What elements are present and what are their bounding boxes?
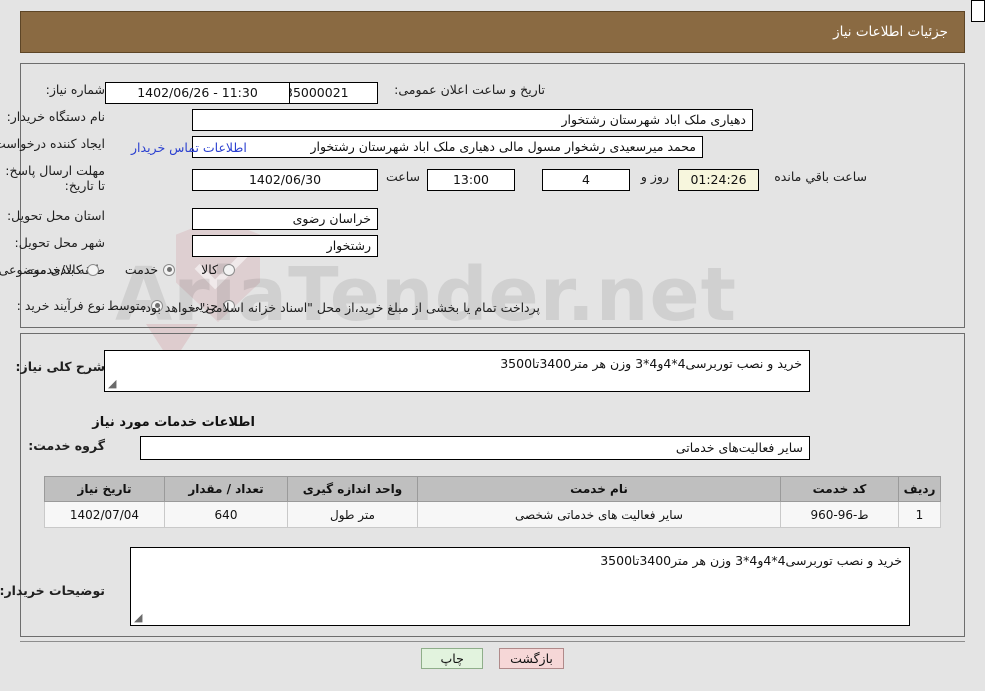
need-number-label: شماره نیاز:: [45, 82, 105, 97]
deadline-label-row: مهلت ارسال پاسخ: تا تاریخ:: [5, 163, 105, 193]
page-root: AriaTender.net جزئیات اطلاعات نیاز شماره…: [0, 0, 985, 691]
th-date: تاریخ نیاز: [44, 476, 165, 502]
buyer-org-label-row: نام دستگاه خریدار:: [7, 109, 105, 124]
resize-handle-icon-notes[interactable]: ◢: [134, 612, 144, 623]
radio-indicator-kala[interactable]: [223, 263, 235, 276]
category-radio-khedmat[interactable]: خدمت: [124, 262, 176, 277]
buyer-contact-link[interactable]: اطلاعات تماس خریدار: [131, 140, 247, 155]
days-label-row: روز و: [641, 169, 669, 184]
print-button[interactable]: چاپ: [421, 648, 484, 669]
service-group-label: گروه خدمت:: [28, 438, 105, 453]
deadline-label: مهلت ارسال پاسخ: تا تاریخ:: [5, 163, 105, 193]
summary-textarea[interactable]: خرید و نصب توربرسی4*4و4*3 وزن هر متر3400…: [104, 350, 810, 392]
summary-text: خرید و نصب توربرسی4*4و4*3 وزن هر متر3400…: [500, 356, 802, 371]
buyer-notes-label-row: توضیحات خریدار:: [0, 583, 105, 598]
radio-indicator-khedmat[interactable]: [163, 263, 176, 276]
back-button[interactable]: بازگشت: [499, 648, 564, 669]
radio-indicator-kala-khedmat[interactable]: [86, 263, 99, 276]
resize-handle-icon[interactable]: ◢: [108, 378, 118, 389]
process-note-text: پرداخت تمام یا بخشی از مبلغ خرید،از محل …: [141, 300, 540, 315]
th-qty: تعداد / مقدار: [164, 476, 288, 502]
services-section-title: اطلاعات خدمات مورد نیاز: [92, 415, 255, 430]
page-header: جزئیات اطلاعات نیاز: [20, 11, 965, 53]
service-group-field[interactable]: سایر فعالیت‌های خدماتی: [140, 436, 810, 460]
city-label: شهر محل تحویل:: [14, 235, 105, 250]
cell-date: 1402/07/04: [44, 501, 165, 528]
service-group-label-row: گروه خدمت:: [28, 438, 105, 453]
countdown-field[interactable]: 01:24:26: [678, 169, 759, 191]
deadline-hour-field[interactable]: 13:00: [427, 169, 515, 191]
summary-label: شرح کلی نیاز:: [15, 359, 105, 374]
footer-actions: بازگشت چاپ: [0, 648, 985, 669]
countdown-label: ساعت باقي مانده: [774, 169, 867, 184]
province-label-row: استان محل تحویل:: [7, 208, 105, 223]
services-table: ردیف کد خدمت نام خدمت واحد اندازه گیری ت…: [44, 476, 941, 528]
cell-code: ط-96-960: [780, 501, 899, 528]
buyer-notes-text: خرید و نصب توربرسی4*4و4*3 وزن هر متر3400…: [600, 553, 902, 568]
table-row: 1 ط-96-960 سایر فعالیت های خدماتی شخصی م…: [44, 501, 941, 528]
need-number-label-row: شماره نیاز:: [46, 82, 105, 97]
province-field[interactable]: خراسان رضوی: [192, 208, 378, 230]
category-option-label-1: خدمت: [124, 262, 159, 277]
th-row: ردیف: [898, 476, 941, 502]
buyer-notes-textarea[interactable]: خرید و نصب توربرسی4*4و4*3 وزن هر متر3400…: [130, 547, 910, 626]
footer-divider: [20, 641, 965, 642]
province-label: استان محل تحویل:: [6, 208, 105, 223]
city-field[interactable]: رشتخوار: [192, 235, 378, 257]
category-radio-kala[interactable]: کالا: [201, 262, 235, 277]
category-radio-group: کالا خدمت کالا/خدمت: [1, 262, 235, 277]
buyer-notes-label: توضیحات خریدار:: [0, 583, 105, 598]
th-unit: واحد اندازه گیری: [287, 476, 418, 502]
deadline-date-field[interactable]: 1402/06/30: [192, 169, 378, 191]
category-option-label-0: کالا: [201, 262, 218, 277]
buyer-org-label: نام دستگاه خریدار:: [6, 109, 105, 124]
announce-label-row: تاریخ و ساعت اعلان عمومی:: [394, 82, 545, 97]
category-radio-kala-khedmat[interactable]: کالا/خدمت: [27, 262, 99, 277]
th-name: نام خدمت: [417, 476, 781, 502]
countdown-label-row: ساعت باقي مانده: [774, 169, 867, 184]
request-creator-label: ایجاد کننده درخواست:: [0, 136, 105, 151]
category-option-label-2: کالا/خدمت: [27, 262, 82, 277]
th-code: کد خدمت: [780, 476, 899, 502]
request-creator-field[interactable]: محمد میرسعیدی رشخوار مسول مالی دهیاری مل…: [192, 136, 703, 158]
cell-qty: 640: [164, 501, 288, 528]
page-title: جزئیات اطلاعات نیاز: [833, 24, 948, 40]
creator-label-row: ایجاد کننده درخواست:: [0, 136, 105, 151]
summary-label-row: شرح کلی نیاز:: [16, 359, 105, 374]
table-header-row: ردیف کد خدمت نام خدمت واحد اندازه گیری ت…: [44, 476, 941, 502]
remaining-days-label: روز و: [640, 169, 669, 184]
cell-name: سایر فعالیت های خدماتی شخصی: [417, 501, 781, 528]
announce-datetime-field[interactable]: 11:30 - 1402/06/26: [105, 82, 290, 104]
cell-row: 1: [898, 501, 941, 528]
city-label-row: شهر محل تحویل:: [15, 235, 105, 250]
process-note-row: پرداخت تمام یا بخشی از مبلغ خرید،از محل …: [141, 300, 540, 315]
cell-unit: متر طول: [287, 501, 418, 528]
buyer-org-field[interactable]: دهیاری ملک اباد شهرستان رشتخوار: [192, 109, 753, 131]
hour-label: ساعت: [385, 169, 420, 184]
remaining-days-field[interactable]: 4: [542, 169, 630, 191]
hour-label-row: ساعت: [386, 169, 420, 184]
announce-datetime-label: تاریخ و ساعت اعلان عمومی:: [394, 82, 545, 97]
